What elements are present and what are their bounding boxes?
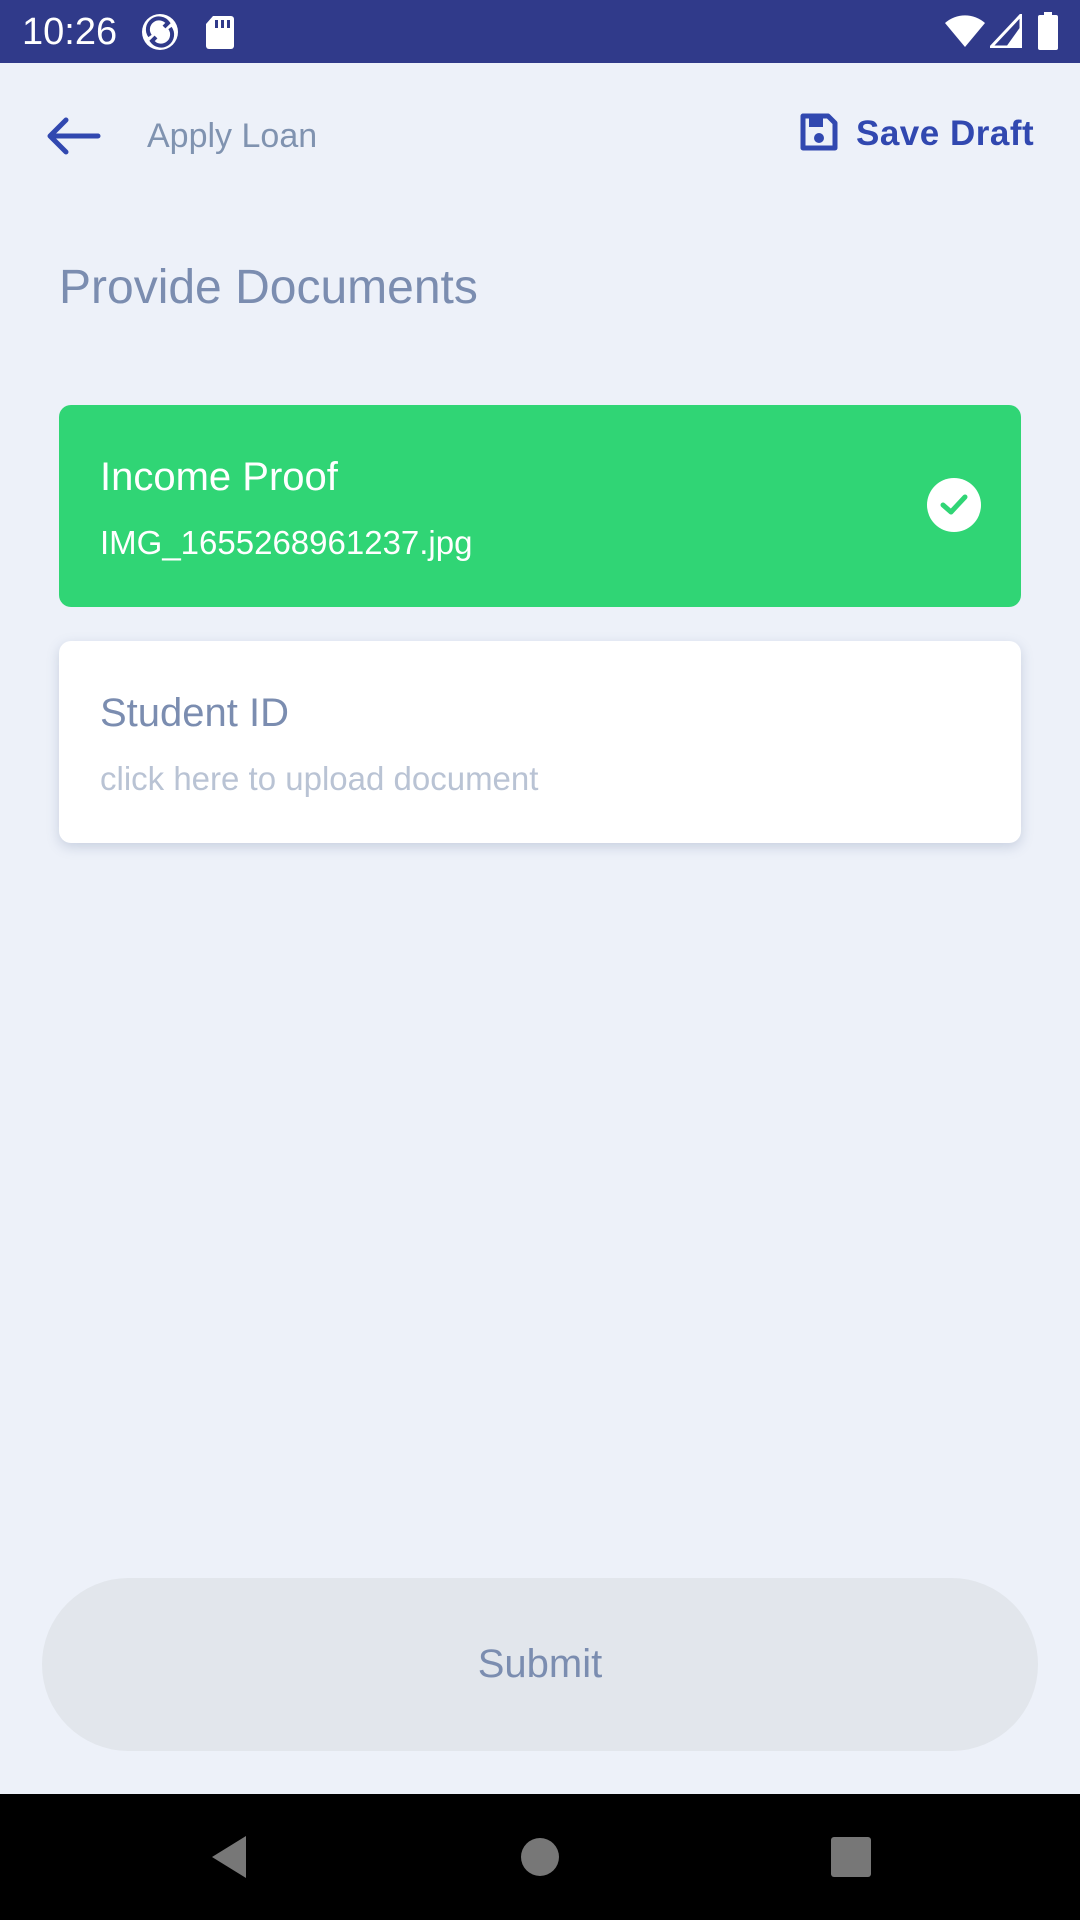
- system-nav-bar: [0, 1794, 1080, 1920]
- document-card-income-proof[interactable]: Income Proof IMG_1655268961237.jpg: [59, 405, 1021, 607]
- document-filename: IMG_1655268961237.jpg: [100, 524, 473, 561]
- back-triangle-icon[interactable]: [202, 1824, 268, 1890]
- floppy-disk-icon: [800, 113, 838, 156]
- screen: 10:26 Apply Loan Save Draft Provide Docu…: [0, 0, 1080, 1920]
- status-bar: 10:26: [0, 0, 1080, 63]
- save-draft-label: Save Draft: [856, 114, 1035, 153]
- back-button[interactable]: [40, 108, 110, 164]
- check-circle-icon: [927, 478, 981, 532]
- document-title: Student ID: [100, 691, 290, 735]
- upload-hint: click here to upload document: [100, 760, 539, 797]
- cell-signal-icon: [987, 11, 1023, 53]
- document-card-student-id[interactable]: Student ID click here to upload document: [59, 641, 1021, 843]
- app-bar-title: Apply Loan: [147, 117, 318, 155]
- save-draft-button[interactable]: Save Draft: [800, 106, 1034, 162]
- submit-button[interactable]: Submit: [42, 1578, 1038, 1751]
- page-title: Provide Documents: [59, 261, 478, 314]
- document-title: Income Proof: [100, 455, 338, 499]
- sync-app-icon: [140, 12, 180, 57]
- recents-square-icon[interactable]: [818, 1824, 884, 1890]
- battery-icon: [1038, 12, 1058, 55]
- arrow-left-icon: [40, 117, 110, 168]
- sd-card-icon: [205, 14, 235, 55]
- status-time: 10:26: [22, 11, 118, 53]
- wifi-icon: [944, 14, 986, 53]
- home-circle-icon[interactable]: [507, 1824, 573, 1890]
